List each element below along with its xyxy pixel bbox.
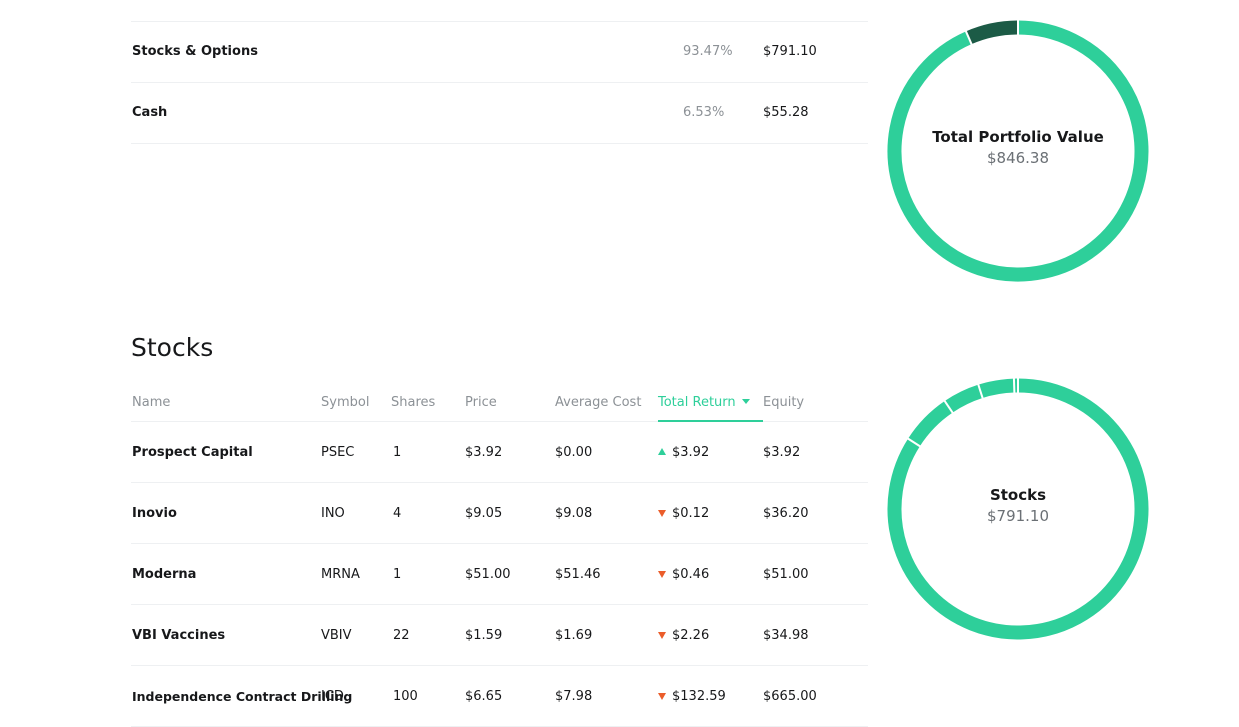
stock-total-return-value: $2.26 <box>672 628 710 643</box>
column-header-price[interactable]: Price <box>465 395 497 410</box>
column-header-shares[interactable]: Shares <box>391 395 435 410</box>
arrow-down-icon <box>658 632 666 639</box>
stock-average-cost: $7.98 <box>555 689 593 704</box>
stock-total-return: $2.26 <box>658 628 709 643</box>
portfolio-summary-table: Stocks & Options 93.47% $791.10 Cash 6.5… <box>131 21 868 144</box>
summary-row-cash[interactable]: Cash 6.53% $55.28 <box>131 82 868 144</box>
column-header-name[interactable]: Name <box>132 395 170 410</box>
stocks-donut-title: Stocks <box>989 486 1047 504</box>
stock-price: $6.65 <box>465 689 503 704</box>
stock-symbol: MRNA <box>321 567 360 582</box>
stock-name[interactable]: Inovio <box>132 506 177 521</box>
column-header-equity[interactable]: Equity <box>763 395 804 410</box>
stocks-section-title: Stocks <box>131 333 214 362</box>
stock-name[interactable]: Prospect Capital <box>132 445 253 460</box>
portfolio-donut-chart: Total Portfolio Value $846.38 <box>887 20 1149 282</box>
stock-shares: 100 <box>393 689 418 704</box>
summary-row-percent: 93.47% <box>683 44 733 59</box>
stock-shares: 22 <box>393 628 410 643</box>
arrow-down-icon <box>658 693 666 700</box>
stock-equity: $3.92 <box>763 445 801 460</box>
stock-equity: $665.00 <box>763 689 817 704</box>
stock-total-return-value: $132.59 <box>672 689 726 704</box>
donut-segment-vbi-vaccines[interactable] <box>978 378 1015 399</box>
donut-segment-moderna[interactable] <box>908 401 953 447</box>
stocks-table-header: Name Symbol Shares Price Average Cost To… <box>131 385 868 422</box>
arrow-down-icon <box>658 510 666 517</box>
column-header-average-cost[interactable]: Average Cost <box>555 395 641 410</box>
stock-total-return: $0.12 <box>658 506 709 521</box>
column-header-symbol[interactable]: Symbol <box>321 395 369 410</box>
stocks-donut-value: $791.10 <box>986 507 1050 525</box>
stock-shares: 1 <box>393 445 402 460</box>
stock-total-return: $3.92 <box>658 445 709 460</box>
stock-average-cost: $51.46 <box>555 567 601 582</box>
portfolio-donut-value: $846.38 <box>986 149 1050 167</box>
table-row[interactable]: Moderna MRNA 1 $51.00 $51.46 $0.46 $51.0… <box>131 544 868 605</box>
table-row[interactable]: Prospect Capital PSEC 1 $3.92 $0.00 $3.9… <box>131 422 868 483</box>
stock-average-cost: $0.00 <box>555 445 593 460</box>
summary-row-value: $55.28 <box>763 105 809 120</box>
stock-price: $1.59 <box>465 628 503 643</box>
column-header-total-return-label: Total Return <box>658 395 736 410</box>
summary-row-stocks-options[interactable]: Stocks & Options 93.47% $791.10 <box>131 21 868 82</box>
stock-shares: 1 <box>393 567 402 582</box>
stock-name[interactable]: Moderna <box>132 567 196 582</box>
summary-row-name: Cash <box>132 105 168 120</box>
stock-equity: $51.00 <box>763 567 809 582</box>
stocks-donut-center: Stocks $791.10 <box>887 486 1149 525</box>
stock-total-return-value: $0.12 <box>672 506 710 521</box>
stock-total-return-value: $0.46 <box>672 567 710 582</box>
sort-descending-icon <box>741 399 750 404</box>
donut-segment-inovio[interactable] <box>944 384 983 413</box>
table-row[interactable]: VBI Vaccines VBIV 22 $1.59 $1.69 $2.26 $… <box>131 605 868 666</box>
stock-average-cost: $1.69 <box>555 628 593 643</box>
summary-row-percent: 6.53% <box>683 105 725 120</box>
stocks-table: Name Symbol Shares Price Average Cost To… <box>131 385 868 727</box>
arrow-down-icon <box>658 571 666 578</box>
stock-symbol: PSEC <box>321 445 355 460</box>
stock-equity: $36.20 <box>763 506 809 521</box>
arrow-up-icon <box>658 448 666 455</box>
portfolio-page: Stocks & Options 93.47% $791.10 Cash 6.5… <box>0 0 1239 727</box>
stock-average-cost: $9.08 <box>555 506 593 521</box>
portfolio-donut-center: Total Portfolio Value $846.38 <box>887 128 1149 167</box>
table-row[interactable]: Inovio INO 4 $9.05 $9.08 $0.12 $36.20 <box>131 483 868 544</box>
column-header-total-return[interactable]: Total Return <box>658 395 750 410</box>
stock-price: $51.00 <box>465 567 511 582</box>
stock-name[interactable]: VBI Vaccines <box>132 628 225 643</box>
stock-symbol: ICD <box>321 689 344 704</box>
stocks-donut-chart: Stocks $791.10 <box>887 378 1149 640</box>
donut-segment-cash[interactable] <box>965 20 1019 45</box>
stock-equity: $34.98 <box>763 628 809 643</box>
stock-symbol: VBIV <box>321 628 352 643</box>
summary-row-name: Stocks & Options <box>132 44 258 59</box>
portfolio-donut-title: Total Portfolio Value <box>932 128 1104 146</box>
stock-price: $3.92 <box>465 445 503 460</box>
stock-price: $9.05 <box>465 506 503 521</box>
table-row[interactable]: Independence Contract Drilling ICD 100 $… <box>131 666 868 727</box>
stock-symbol: INO <box>321 506 345 521</box>
stock-name[interactable]: Independence Contract Drilling <box>132 689 352 704</box>
stock-total-return: $132.59 <box>658 689 726 704</box>
stock-total-return-value: $3.92 <box>672 445 710 460</box>
summary-row-value: $791.10 <box>763 44 817 59</box>
stock-total-return: $0.46 <box>658 567 709 582</box>
stock-shares: 4 <box>393 506 402 521</box>
